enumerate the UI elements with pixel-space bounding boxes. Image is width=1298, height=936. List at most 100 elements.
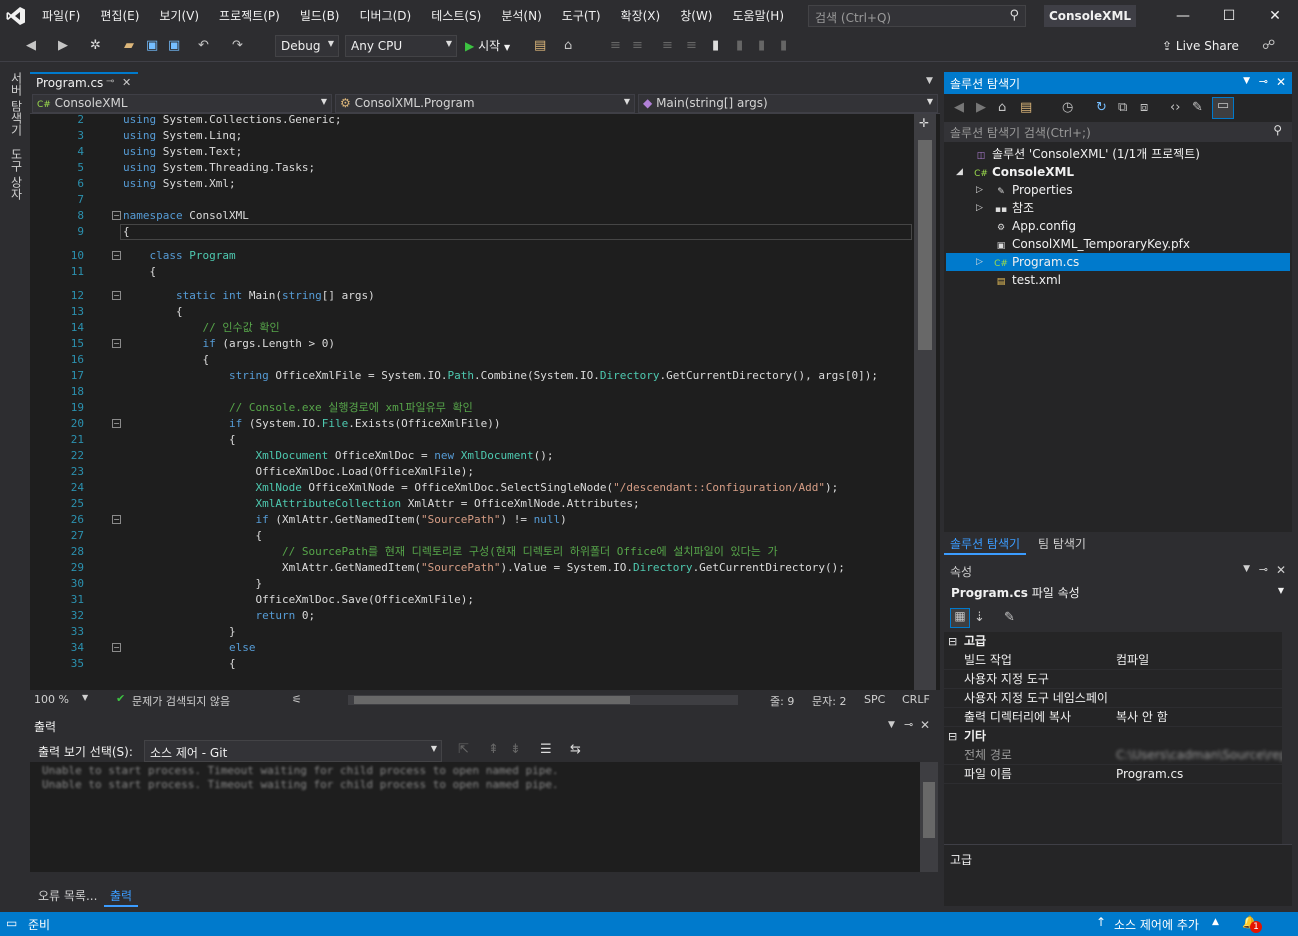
toolbox-tab[interactable]: 도구 상자 [8, 148, 25, 200]
tab-team-explorer[interactable]: 팀 탐색기 [1032, 534, 1092, 553]
menu-item-8[interactable]: 도구(T) [552, 0, 611, 32]
code-line[interactable]: XmlAttr.GetNamedItem("SourcePath").Value… [123, 560, 845, 576]
code-line[interactable]: using System.Linq; [123, 128, 242, 144]
expand-arrow-icon[interactable]: ▷ [976, 199, 983, 217]
menu-item-6[interactable]: 테스트(S) [421, 0, 491, 32]
preview-selected-icon[interactable]: ▭ [1212, 97, 1234, 119]
issues-status[interactable]: 문제가 검색되지 않음 [132, 693, 230, 709]
code-line[interactable]: { [123, 304, 183, 320]
code-line[interactable]: } [123, 576, 262, 592]
scrollbar-thumb[interactable] [918, 140, 932, 350]
switch-views-icon[interactable]: ▤ [1020, 100, 1032, 115]
menu-item-5[interactable]: 디버그(D) [350, 0, 422, 32]
window-options-icon[interactable]: ▼ [1243, 76, 1250, 86]
tree-item-3[interactable]: ▷ ▪▪ 참조 [946, 199, 1290, 217]
property-row[interactable]: 사용자 지정 도구 [944, 670, 1290, 689]
tab-output[interactable]: 출력 [104, 886, 139, 907]
code-line[interactable]: using System.Text; [123, 144, 242, 160]
properties-wrench-icon[interactable]: ✎ [1192, 100, 1203, 115]
back-icon[interactable]: ◀ [954, 100, 964, 115]
platform-dropdown[interactable]: Any CPU ▼ [345, 35, 457, 57]
menu-item-2[interactable]: 보기(V) [149, 0, 209, 32]
undo-icon[interactable]: ↶ [198, 38, 209, 53]
minimize-button[interactable]: — [1160, 0, 1206, 32]
start-debug-button[interactable]: ▶ 시작 ▼ [465, 37, 510, 54]
output-text[interactable]: Unable to start process. Timeout waiting… [30, 762, 920, 872]
property-row[interactable]: 전체 경로 C:\Users\cadman\Source\repos [944, 746, 1290, 765]
menu-item-4[interactable]: 빌드(B) [290, 0, 350, 32]
menu-item-10[interactable]: 창(W) [670, 0, 722, 32]
code-line[interactable]: // 인수값 확인 [123, 320, 279, 336]
split-icon[interactable]: ✛ [919, 116, 929, 130]
pin-icon[interactable]: ⊸ [106, 76, 114, 87]
close-window-button[interactable]: ✕ [1252, 0, 1298, 32]
code-line[interactable]: using System.Threading.Tasks; [123, 160, 315, 176]
redo-icon[interactable]: ↷ [232, 38, 243, 53]
class-nav-dropdown[interactable]: ⚙ ConsolXML.Program ▼ [335, 94, 635, 113]
pin-icon[interactable]: ⊸ [1259, 75, 1268, 88]
code-line[interactable]: else [123, 640, 256, 656]
code-line[interactable]: namespace ConsolXML [123, 208, 249, 224]
menu-item-3[interactable]: 프로젝트(P) [209, 0, 290, 32]
server-explorer-tab[interactable]: 서버 탐색기 [8, 72, 25, 136]
fold-toggle-icon[interactable]: − [112, 643, 121, 652]
window-options-icon[interactable]: ▼ [888, 720, 895, 730]
pin-icon[interactable]: ⊸ [904, 718, 913, 731]
new-project-icon[interactable]: ✲ [90, 38, 101, 53]
expand-arrow-icon[interactable]: ▷ [976, 253, 983, 271]
code-line[interactable]: // Console.exe 실행경로에 xml파일유무 확인 [123, 400, 473, 416]
chevron-down-icon[interactable]: ▼ [82, 693, 88, 702]
tree-item-5[interactable]: ▣ ConsolXML_TemporaryKey.pfx [946, 235, 1290, 253]
tab-program-cs[interactable]: Program.cs ⊸ ✕ [30, 72, 138, 93]
member-nav-dropdown[interactable]: ◆ Main(string[] args) ▼ [638, 94, 938, 113]
close-panel-icon[interactable]: ✕ [1276, 75, 1286, 89]
tree-item-1[interactable]: ◢ C# ConsoleXML [946, 163, 1290, 181]
back-icon[interactable]: ◀ [26, 38, 36, 53]
tree-item-0[interactable]: ◫ 솔루션 'ConsoleXML' (1/1개 프로젝트) [946, 145, 1290, 163]
code-line[interactable]: // SourcePath를 현재 디렉토리로 구성(현재 디렉토리 하위폴더 … [123, 544, 778, 560]
horizontal-scrollbar-thumb[interactable] [354, 696, 630, 704]
view-code-icon[interactable]: ‹› [1170, 100, 1180, 115]
browser-link-icon[interactable]: ⌂ [564, 38, 572, 53]
property-category[interactable]: ⊟ 기타 [944, 727, 1290, 746]
tree-item-2[interactable]: ▷ ✎ Properties [946, 181, 1290, 199]
pending-changes-icon[interactable]: ◷ [1062, 100, 1073, 115]
word-wrap-icon[interactable]: ⇆ [570, 742, 581, 757]
code-cleanup-icon[interactable]: ⚟ [292, 693, 302, 706]
menu-item-7[interactable]: 분석(N) [491, 0, 551, 32]
categorized-icon[interactable]: ▦ [950, 608, 970, 628]
code-line[interactable]: { [123, 528, 262, 544]
solution-explorer-search[interactable]: 솔루션 탐색기 검색(Ctrl+;) ⚲ [944, 122, 1292, 142]
code-line[interactable]: { [123, 432, 236, 448]
fold-toggle-icon[interactable]: − [112, 419, 121, 428]
code-line[interactable]: OfficeXmlDoc.Save(OfficeXmlFile); [123, 592, 474, 608]
configuration-dropdown[interactable]: Debug ▼ [275, 35, 339, 57]
menu-item-0[interactable]: 파일(F) [32, 0, 90, 32]
close-panel-icon[interactable]: ✕ [1276, 563, 1286, 577]
alphabetical-icon[interactable]: ⇣ [974, 610, 985, 625]
code-line[interactable]: if (args.Length > 0) [123, 336, 334, 352]
open-file-icon[interactable]: ▰ [124, 38, 134, 53]
code-line[interactable]: } [123, 624, 236, 640]
output-source-dropdown[interactable]: 소스 제어 - Git ▼ [144, 740, 442, 762]
code-line[interactable]: using System.Collections.Generic; [123, 112, 342, 128]
fold-toggle-icon[interactable]: − [112, 291, 121, 300]
property-value[interactable]: C:\Users\cadman\Source\repos [1116, 746, 1286, 765]
pin-icon[interactable]: ⊸ [1259, 563, 1268, 576]
maximize-button[interactable]: ☐ [1206, 0, 1252, 32]
property-row[interactable]: 출력 디렉터리에 복사 복사 안 함 [944, 708, 1290, 727]
code-line[interactable]: { [123, 352, 209, 368]
search-box[interactable]: 검색 (Ctrl+Q) ⚲ [808, 5, 1026, 27]
fold-toggle-icon[interactable]: − [112, 515, 121, 524]
property-pages-icon[interactable]: ✎ [1004, 610, 1015, 625]
save-icon[interactable]: ▣ [146, 38, 158, 53]
property-row[interactable]: 사용자 지정 도구 네임스페이 [944, 689, 1290, 708]
fold-toggle-icon[interactable]: − [112, 211, 121, 220]
feedback-icon[interactable]: ☍ [1262, 38, 1275, 53]
tab-overflow-icon[interactable]: ▼ [926, 76, 933, 86]
property-scrollbar[interactable] [1282, 632, 1292, 844]
show-all-files-icon[interactable]: ⧈ [1140, 100, 1148, 115]
property-row[interactable]: 파일 이름 Program.cs [944, 765, 1290, 784]
close-tab-icon[interactable]: ✕ [122, 76, 131, 89]
property-value[interactable]: Program.cs [1116, 765, 1183, 784]
